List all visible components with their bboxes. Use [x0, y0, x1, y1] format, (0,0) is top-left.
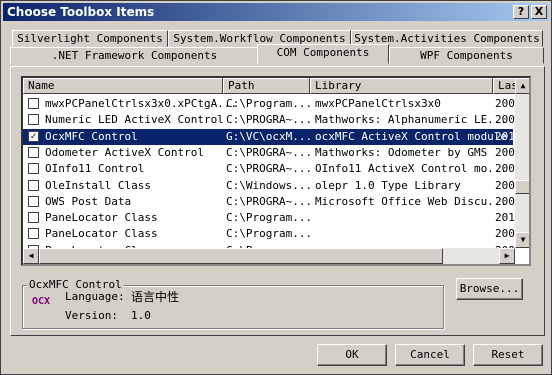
language-label: Language: [65, 290, 125, 303]
row-name: mwxPCPanelCtrlsx3x0.xPCtgA... [45, 97, 238, 110]
row-library: Mathworks: Alphanumeric LE... [315, 113, 508, 127]
row-checkbox[interactable] [28, 228, 39, 240]
cancel-button[interactable]: Cancel [395, 344, 465, 366]
ok-button[interactable]: OK [317, 344, 387, 366]
row-name: Odometer ActiveX Control [45, 145, 204, 159]
row-name: Numeric LED ActiveX Control [45, 113, 224, 127]
close-button[interactable]: X [531, 5, 547, 19]
row-last: 200 [495, 227, 515, 241]
column-name[interactable]: Name [23, 78, 223, 94]
scroll-up-icon[interactable]: ▲ [515, 78, 529, 94]
tab-wpf[interactable]: WPF Components [389, 47, 544, 64]
vertical-scrollbar[interactable]: ▲ ▼ [515, 78, 529, 248]
row-last: 200 [495, 97, 515, 110]
table-row[interactable]: OleInstall Class C:\Windows... olepr 1.0 T… [23, 178, 515, 194]
row-name: OleInstall Class [45, 178, 151, 192]
row-path: C:\Program... [226, 97, 313, 110]
row-checkbox[interactable] [28, 114, 39, 126]
row-last: 200 [495, 162, 515, 176]
row-checkbox[interactable] [28, 146, 39, 158]
row-library: Mathworks: Odometer by GMS [315, 145, 488, 159]
table-row[interactable]: Numeric LED ActiveX Control C:\PROGRA~...… [23, 112, 515, 128]
row-path: C:\PROGRA~... [226, 162, 313, 176]
help-button[interactable]: ? [513, 5, 529, 19]
table-row[interactable]: PaneLocator Class C:\Program... 200 [23, 226, 515, 242]
row-path: C:\PROGRA~... [226, 113, 313, 127]
column-last[interactable]: Las [493, 78, 518, 94]
row-library: olepr 1.0 Type Library [315, 178, 461, 192]
dialog-window: Choose Toolbox Items ? X Silverlight Com… [0, 0, 552, 375]
row-last: 201 [495, 211, 515, 225]
row-library: OInfo11 ActiveX Control mo... [315, 162, 508, 176]
row-path: G:\VC\ocxM... [226, 129, 313, 143]
row-checkbox[interactable]: ✓ [28, 130, 39, 142]
row-last: 200 [495, 113, 515, 127]
window-title: Choose Toolbox Items [7, 5, 155, 19]
version-label: Version: [65, 309, 118, 322]
scroll-left-icon[interactable]: ◀ [23, 248, 39, 264]
row-last: 200 [495, 145, 515, 159]
reset-button[interactable]: Reset [473, 344, 543, 366]
row-checkbox[interactable] [28, 98, 39, 109]
title-bar: Choose Toolbox Items [3, 3, 549, 21]
hscroll-thumb[interactable] [39, 248, 443, 264]
row-path: C:\Windows... [226, 178, 313, 192]
table-row[interactable]: PaneLocator Class C:\Program... 201 [23, 210, 515, 226]
row-library: Microsoft Office Web Discu... [315, 194, 508, 208]
scroll-down-icon[interactable]: ▼ [515, 232, 529, 248]
row-checkbox[interactable] [28, 163, 39, 175]
row-path: C:\Program... [226, 227, 313, 241]
row-name: OcxMFC Control [45, 129, 138, 143]
table-row[interactable]: ✓ OcxMFC Control G:\VC\ocxM... ocxMFC Activ… [23, 128, 515, 145]
browse-button[interactable]: Browse... [456, 278, 523, 300]
row-library: ocxMFC ActiveX Control module [315, 129, 508, 143]
tab-com-components[interactable]: COM Components [257, 44, 389, 64]
table-row[interactable]: OWS Post Data C:\PROGRA~... Microsoft Offi… [23, 194, 515, 210]
language-value: 语言中性 [131, 290, 180, 304]
row-library: mwxPCPanelCtrlsx3x0 [315, 97, 441, 110]
row-path: C:\Program... [226, 211, 313, 225]
column-library[interactable]: Library [310, 78, 493, 94]
ocx-icon: OCX [32, 296, 51, 307]
row-last: 200 [495, 178, 515, 192]
row-checkbox[interactable] [28, 195, 39, 207]
row-path: C:\PROGRA~... [226, 194, 313, 208]
row-name: OWS Post Data [45, 194, 132, 208]
row-path: C:\PROGRA~... [226, 145, 313, 159]
row-name: OInfo11 Control [45, 162, 145, 176]
table-row[interactable]: Odometer ActiveX Control C:\PROGRA~... Mat… [23, 145, 515, 161]
table-row[interactable]: OInfo11 Control C:\PROGRA~... OInfo11 Acti… [23, 161, 515, 177]
row-name: PaneLocator Class [45, 227, 158, 241]
row-checkbox[interactable] [28, 179, 39, 191]
scroll-right-icon[interactable]: ▶ [499, 248, 515, 264]
scroll-thumb[interactable] [515, 180, 529, 194]
version-value: 1.0 [131, 309, 151, 322]
row-checkbox[interactable] [28, 212, 39, 224]
tab-silverlight[interactable]: Silverlight Components [12, 30, 168, 47]
tab-dotnet-framework[interactable]: .NET Framework Components [10, 47, 259, 64]
list-header: Name Path Library Las [23, 78, 529, 94]
column-path[interactable]: Path [223, 78, 310, 94]
row-name: PaneLocator Class [45, 211, 158, 225]
table-row[interactable]: mwxPCPanelCtrlsx3x0.xPCtgA... C:\Program.… [23, 96, 515, 112]
items-list[interactable]: Name Path Library Las mwxPCPanelCtrlsx3x… [21, 76, 531, 266]
horizontal-scrollbar[interactable]: ◀ ▶ [23, 248, 515, 264]
row-last: 200 [495, 194, 515, 208]
row-last: 201 [495, 129, 515, 143]
